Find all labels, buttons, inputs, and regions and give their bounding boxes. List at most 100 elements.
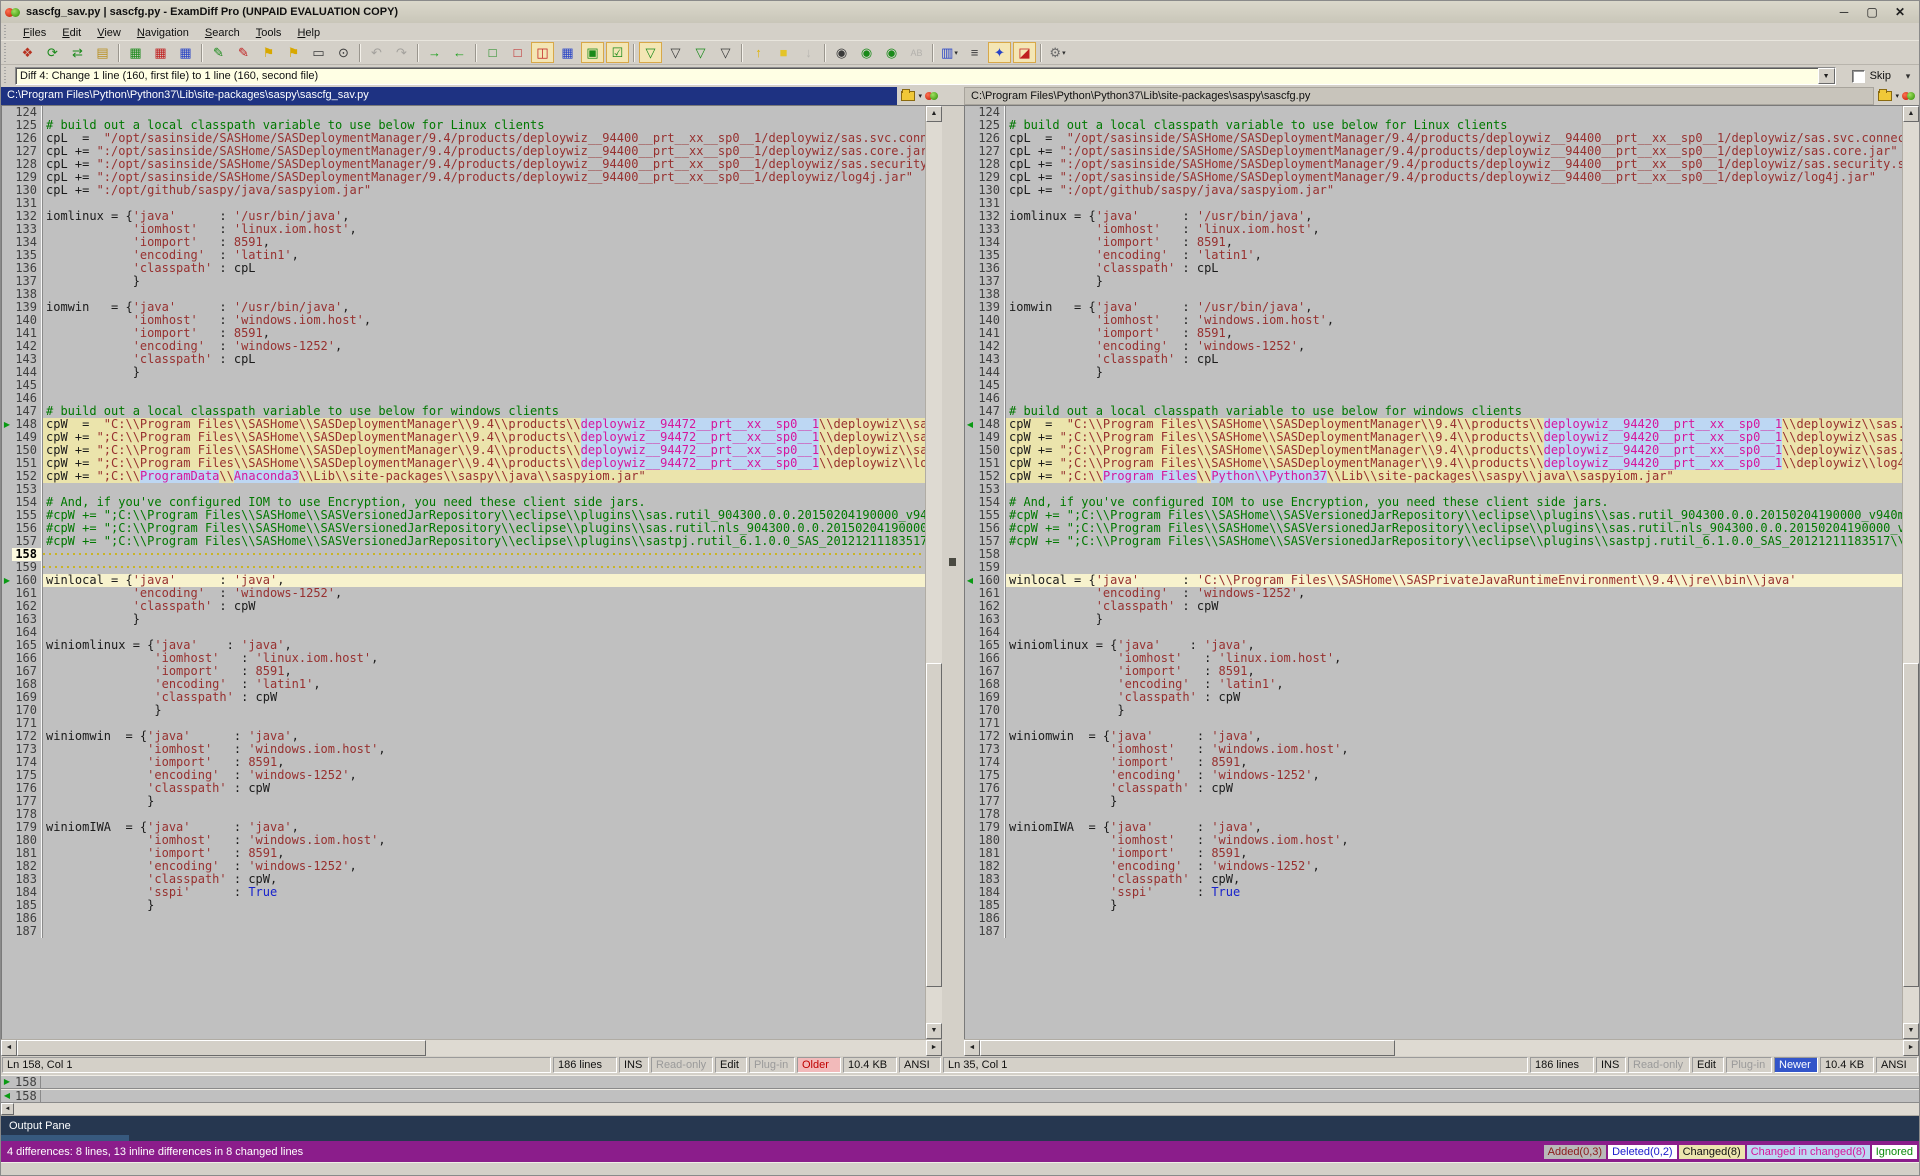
copy-right-arrow-icon[interactable]: ▶: [2, 418, 12, 431]
menu-item-view[interactable]: View: [89, 25, 129, 41]
copy-right-arrow-icon[interactable]: ▶: [2, 574, 12, 587]
code-text[interactable]: cpW += ";C:\\Program Files\\SASHome\\SAS…: [42, 431, 925, 444]
code-text[interactable]: [1005, 392, 1902, 405]
right-file-path[interactable]: C:\Program Files\Python\Python37\Lib\sit…: [964, 87, 1874, 105]
compare-files-icon[interactable]: ❖: [16, 42, 39, 63]
scroll-right-icon[interactable]: ►: [926, 1040, 942, 1056]
sync-scroll-icon[interactable]: ▣: [581, 42, 604, 63]
code-text[interactable]: }: [42, 795, 925, 808]
code-text[interactable]: [1005, 561, 1902, 574]
code-text[interactable]: winiomwin = {'java' : 'java',: [42, 730, 925, 743]
code-text[interactable]: 'iomhost' : 'windows.iom.host',: [42, 314, 925, 327]
code-text[interactable]: cpL += ":/opt/sasinside/SASHome/SASDeplo…: [1005, 158, 1902, 171]
menu-item-help[interactable]: Help: [289, 25, 328, 41]
code-text[interactable]: cpL += ":/opt/sasinside/SASHome/SASDeplo…: [42, 171, 925, 184]
code-text[interactable]: cpW += ";C:\\ProgramData\\Anaconda3\\Lib…: [42, 470, 925, 483]
panes-layout-icon[interactable]: ▥▾: [938, 42, 961, 63]
code-text[interactable]: 'classpath' : cpL: [42, 353, 925, 366]
copy-left-arrow-icon[interactable]: ◀: [965, 418, 975, 431]
code-text[interactable]: winiomwin = {'java' : 'java',: [1005, 730, 1902, 743]
code-text[interactable]: 'iomport' : 8591,: [1005, 327, 1902, 340]
menu-item-navigation[interactable]: Navigation: [129, 25, 197, 41]
code-text[interactable]: }: [42, 613, 925, 626]
code-text[interactable]: 'iomhost' : 'windows.iom.host',: [1005, 743, 1902, 756]
code-text[interactable]: winlocal = {'java' : 'java',: [42, 574, 925, 587]
plugins-icon[interactable]: ✦: [988, 42, 1011, 63]
current-diff-icon[interactable]: ■: [772, 42, 795, 63]
code-text[interactable]: 'encoding' : 'latin1',: [1005, 249, 1902, 262]
code-text[interactable]: cpL = "/opt/sasinside/SASHome/SASDeploym…: [42, 132, 925, 145]
code-text[interactable]: 'classpath' : cpW: [42, 691, 925, 704]
right-code-pane[interactable]: 124125# build out a local classpath vari…: [964, 106, 1902, 1039]
code-text[interactable]: 'classpath' : cpW,: [1005, 873, 1902, 886]
code-text[interactable]: [42, 561, 925, 574]
code-text[interactable]: 'iomhost' : 'linux.iom.host',: [42, 223, 925, 236]
code-text[interactable]: }: [42, 275, 925, 288]
code-text[interactable]: 'iomport' : 8591,: [42, 327, 925, 340]
filter-all-diffs-icon[interactable]: ▽: [639, 42, 662, 63]
find-icon[interactable]: ◉: [830, 42, 853, 63]
code-text[interactable]: 'classpath' : cpW: [1005, 691, 1902, 704]
save-both-icon[interactable]: ▦: [174, 42, 197, 63]
minimize-button[interactable]: ─: [1835, 5, 1853, 19]
code-text[interactable]: [1005, 925, 1902, 938]
show-diffs-only-icon[interactable]: ☑: [606, 42, 629, 63]
code-text[interactable]: 'iomport' : 8591,: [42, 756, 925, 769]
code-text[interactable]: [1005, 197, 1902, 210]
code-text[interactable]: }: [1005, 795, 1902, 808]
code-text[interactable]: 'encoding' : 'windows-1252',: [1005, 587, 1902, 600]
diffbar-grip[interactable]: [4, 67, 11, 85]
code-text[interactable]: [42, 197, 925, 210]
diff-selector-combo[interactable]: Diff 4: Change 1 line (160, first file) …: [15, 67, 1836, 85]
code-text[interactable]: cpW += ";C:\\Program Files\\Python\\Pyth…: [1005, 470, 1902, 483]
copy-to-second-icon[interactable]: →: [423, 42, 446, 63]
code-text[interactable]: [42, 808, 925, 821]
code-text[interactable]: [1005, 912, 1902, 925]
code-text[interactable]: 'iomhost' : 'windows.iom.host',: [1005, 834, 1902, 847]
code-text[interactable]: [42, 717, 925, 730]
code-text[interactable]: #cpW += ";C:\\Program Files\\SASHome\\SA…: [1005, 535, 1902, 548]
code-text[interactable]: 'encoding' : 'windows-1252',: [42, 860, 925, 873]
refresh-icon[interactable]: ⟳: [41, 42, 64, 63]
left-code-pane[interactable]: 124125# build out a local classpath vari…: [1, 106, 925, 1039]
code-text[interactable]: 'sspi' : True: [42, 886, 925, 899]
scroll-left-icon[interactable]: ◄: [964, 1040, 980, 1056]
prev-bookmark-icon[interactable]: ⚑: [257, 42, 280, 63]
code-text[interactable]: 'classpath' : cpW: [1005, 782, 1902, 795]
code-text[interactable]: # build out a local classpath variable t…: [42, 405, 925, 418]
close-button[interactable]: ✕: [1891, 5, 1909, 19]
chevron-down-icon[interactable]: ▾: [1901, 71, 1915, 82]
save-second-icon[interactable]: ▦: [149, 42, 172, 63]
line-inspector-icon[interactable]: ≡: [963, 42, 986, 63]
edit-second-icon[interactable]: ✎: [232, 42, 255, 63]
code-text[interactable]: }: [1005, 613, 1902, 626]
code-text[interactable]: #cpW += ";C:\\Program Files\\SASHome\\SA…: [42, 522, 925, 535]
code-text[interactable]: # build out a local classpath variable t…: [1005, 119, 1902, 132]
code-text[interactable]: 'iomhost' : 'linux.iom.host',: [1005, 223, 1902, 236]
code-text[interactable]: 'iomhost' : 'linux.iom.host',: [42, 652, 925, 665]
code-text[interactable]: 'iomport' : 8591,: [42, 847, 925, 860]
code-text[interactable]: cpW += ";C:\\Program Files\\SASHome\\SAS…: [1005, 457, 1902, 470]
code-text[interactable]: cpW += ";C:\\Program Files\\SASHome\\SAS…: [1005, 444, 1902, 457]
output-pane-label[interactable]: Output Pane: [1, 1116, 71, 1132]
scroll-left-icon[interactable]: ◄: [1, 1103, 14, 1115]
next-bookmark-icon[interactable]: ⚑: [282, 42, 305, 63]
left-vscroll-thumb[interactable]: [926, 663, 942, 987]
left-vertical-scrollbar[interactable]: ▲ ▼: [925, 106, 942, 1039]
code-text[interactable]: winiomIWA = {'java' : 'java',: [42, 821, 925, 834]
code-text[interactable]: [1005, 483, 1902, 496]
find-next-icon[interactable]: ◉: [855, 42, 878, 63]
code-text[interactable]: [42, 483, 925, 496]
code-text[interactable]: 'encoding' : 'windows-1252',: [1005, 860, 1902, 873]
mini-line-content[interactable]: [41, 1076, 1919, 1088]
code-text[interactable]: #cpW += ";C:\\Program Files\\SASHome\\SA…: [42, 509, 925, 522]
code-text[interactable]: 'encoding' : 'windows-1252',: [42, 587, 925, 600]
find-prev-icon[interactable]: ◉: [880, 42, 903, 63]
code-text[interactable]: [1005, 808, 1902, 821]
code-text[interactable]: iomlinux = {'java' : '/usr/bin/java',: [42, 210, 925, 223]
left-horizontal-scrollbar[interactable]: ◄ ►: [1, 1039, 942, 1056]
code-text[interactable]: cpL += ":/opt/github/saspy/java/saspyiom…: [42, 184, 925, 197]
settings-icon[interactable]: ⚙▾: [1046, 42, 1069, 63]
code-text[interactable]: cpL += ":/opt/sasinside/SASHome/SASDeplo…: [1005, 145, 1902, 158]
code-text[interactable]: iomwin = {'java' : '/usr/bin/java',: [42, 301, 925, 314]
